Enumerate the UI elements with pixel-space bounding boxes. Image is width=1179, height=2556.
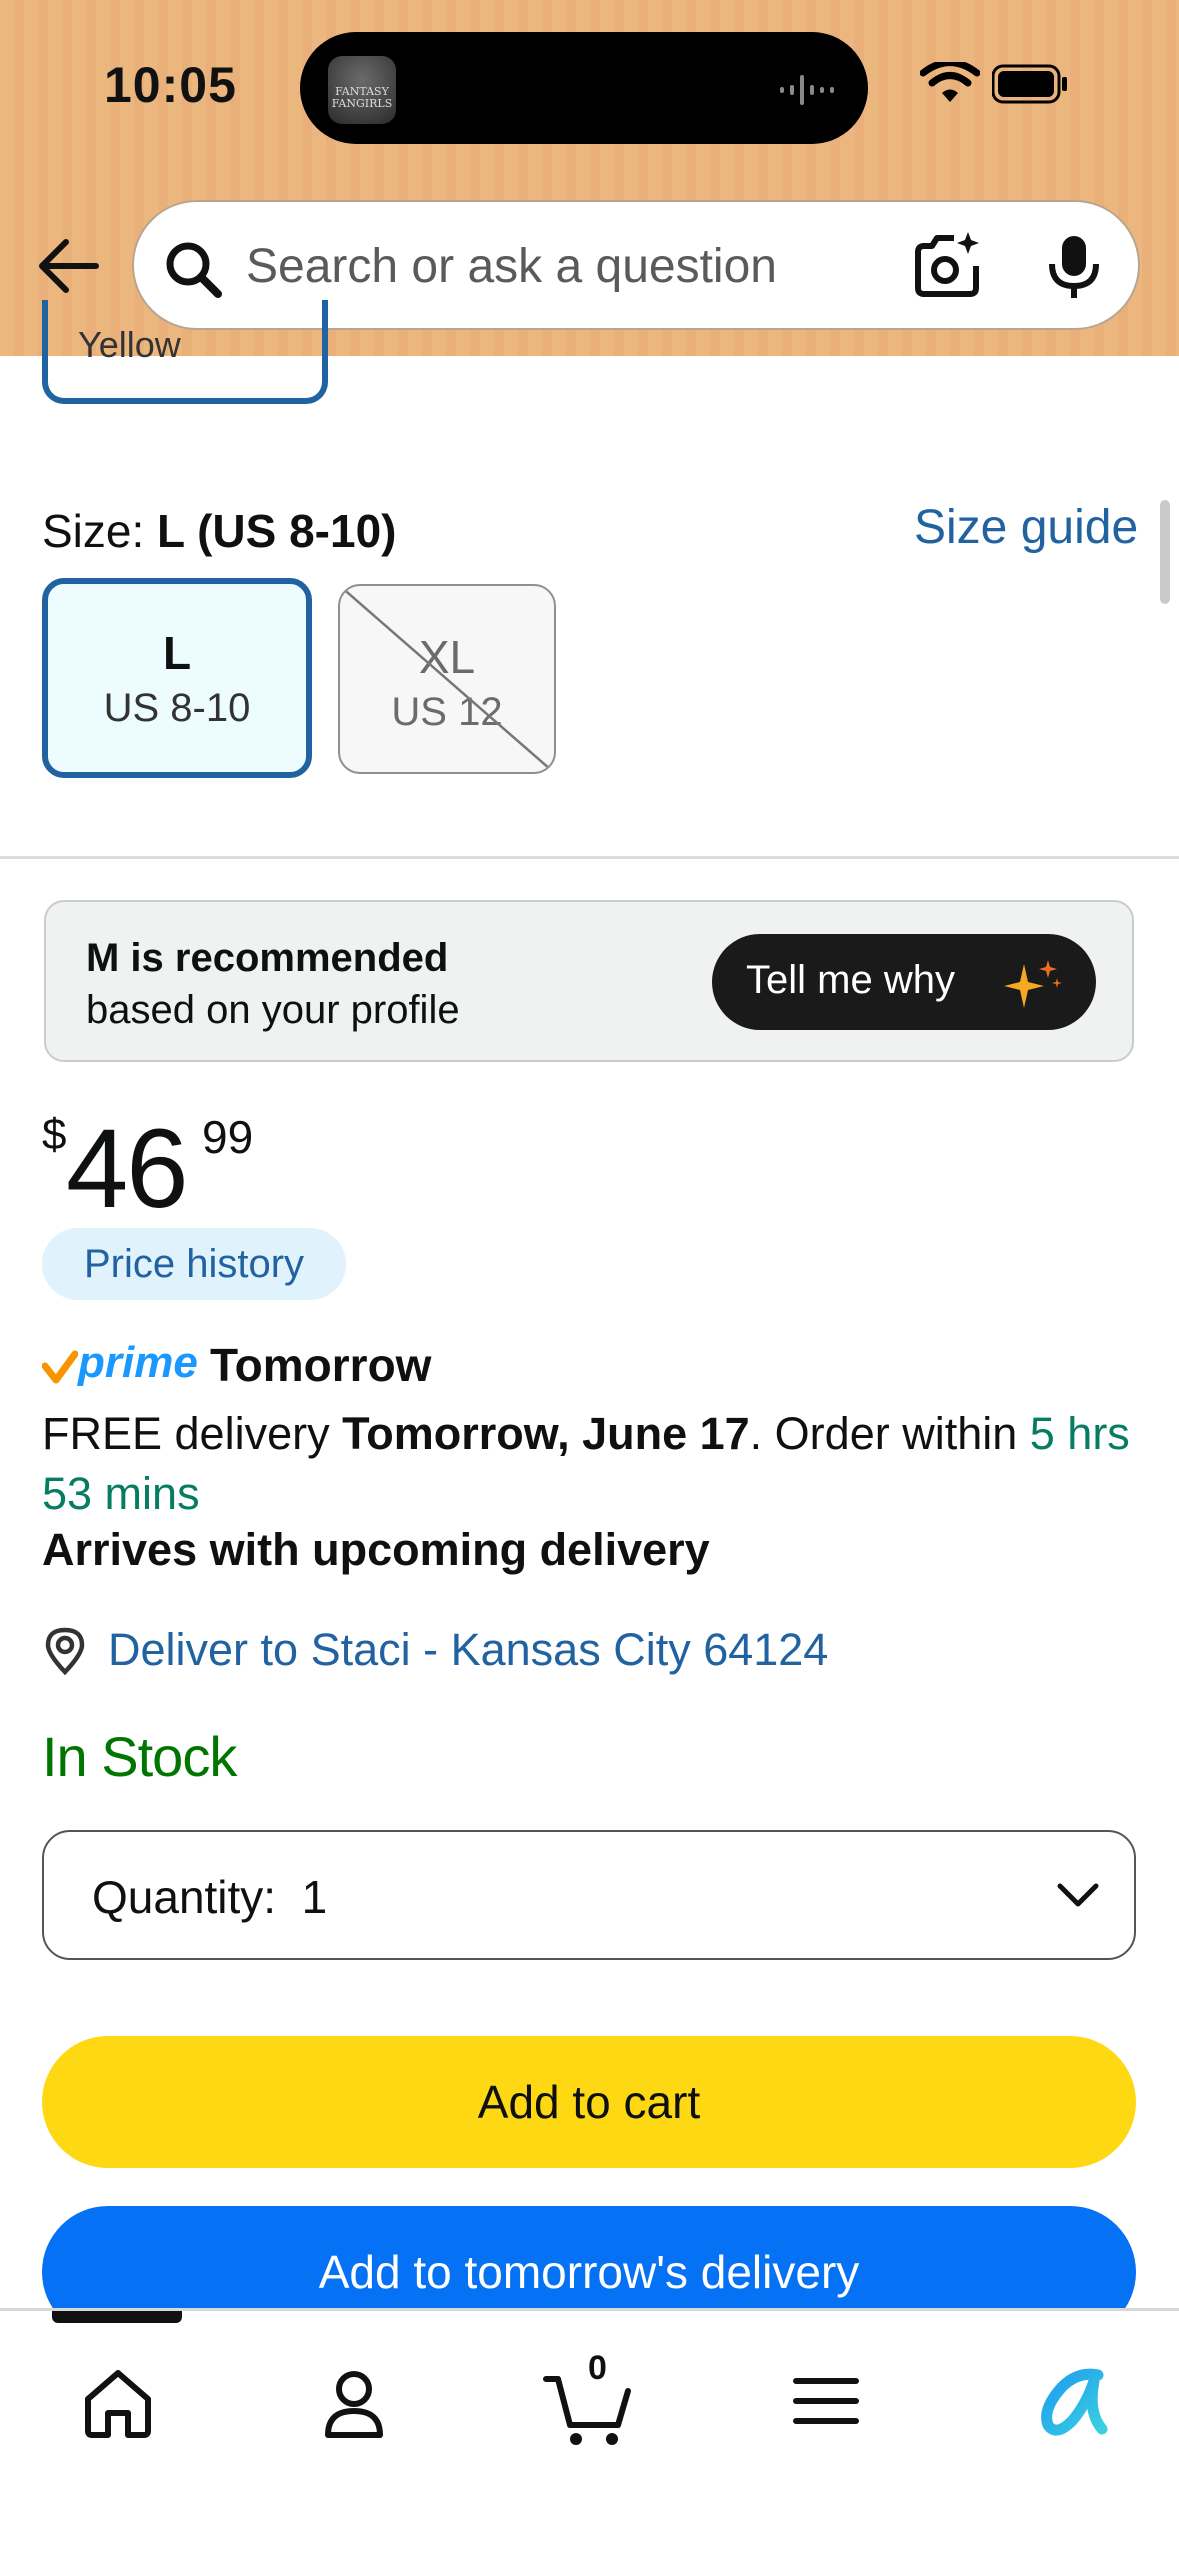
size-selected-value: L (US 8-10) bbox=[157, 505, 397, 557]
size-option-xl[interactable]: XL US 12 bbox=[338, 584, 556, 774]
active-tab-indicator bbox=[52, 2311, 182, 2323]
status-time: 10:05 bbox=[104, 57, 237, 113]
size-label: Size: L (US 8-10) bbox=[42, 504, 396, 558]
battery-icon bbox=[992, 64, 1067, 104]
dynamic-island: FANTASY FANGIRLS bbox=[300, 32, 868, 144]
scrollbar[interactable] bbox=[1160, 500, 1170, 604]
color-swatch-label: Yellow bbox=[78, 324, 181, 365]
quantity-label: Quantity: 1 bbox=[92, 1870, 327, 1924]
size-label-text: Size: bbox=[42, 505, 158, 557]
search-icon bbox=[166, 242, 222, 298]
color-swatch-previous[interactable]: Yellow bbox=[42, 300, 328, 404]
delivery-free-prefix: FREE delivery bbox=[42, 1408, 343, 1459]
unavailable-strike bbox=[340, 586, 554, 772]
chevron-down-icon bbox=[1057, 1883, 1099, 1907]
menu-icon bbox=[793, 2378, 859, 2424]
account-icon bbox=[325, 2371, 383, 2438]
tell-me-why-label: Tell me why bbox=[746, 958, 955, 1002]
search-input[interactable] bbox=[246, 224, 886, 308]
rufus-icon bbox=[1041, 2368, 1108, 2436]
size-guide-link[interactable]: Size guide bbox=[914, 500, 1138, 555]
prime-delivery-label: Tomorrow bbox=[210, 1339, 432, 1391]
recommendation-title: M is recommended bbox=[86, 936, 449, 980]
stock-status: In Stock bbox=[42, 1725, 237, 1788]
cart-count: 0 bbox=[588, 2349, 607, 2387]
audio-wave-icon bbox=[780, 75, 834, 105]
recommendation-subtitle: based on your profile bbox=[86, 988, 460, 1032]
quantity-value: 1 bbox=[301, 1871, 328, 1923]
nav-cart[interactable]: 0 bbox=[540, 2349, 640, 2451]
size-option-l[interactable]: L US 8-10 bbox=[42, 578, 312, 778]
nav-rufus[interactable] bbox=[1018, 2351, 1118, 2451]
add-to-cart-button[interactable]: Add to cart bbox=[42, 2036, 1136, 2168]
delivery-date: Tomorrow, June 17 bbox=[342, 1408, 750, 1459]
back-arrow-icon[interactable] bbox=[36, 236, 100, 296]
price-history-button[interactable]: Price history bbox=[42, 1228, 346, 1300]
price-whole: 46 bbox=[66, 1106, 189, 1231]
camera-icon[interactable] bbox=[912, 230, 982, 300]
delivery-message: FREE delivery Tomorrow, June 17. Order w… bbox=[42, 1404, 1152, 1524]
size-recommendation-card: M is recommended based on your profile T… bbox=[44, 900, 1134, 1062]
microphone-icon[interactable] bbox=[1044, 232, 1104, 302]
nav-account[interactable] bbox=[304, 2351, 404, 2451]
bottom-nav: 0 bbox=[0, 2308, 1179, 2556]
island-app-icon: FANTASY FANGIRLS bbox=[328, 56, 396, 124]
size-option-sub: US 8-10 bbox=[103, 686, 251, 730]
size-option-main: L bbox=[162, 627, 192, 679]
location-pin-icon bbox=[45, 1627, 85, 1676]
prime-logo-text: prime bbox=[78, 1338, 198, 1387]
prime-check-icon bbox=[42, 1350, 78, 1384]
wifi-icon bbox=[920, 62, 980, 102]
nav-home[interactable] bbox=[68, 2351, 168, 2451]
home-icon bbox=[85, 2370, 151, 2438]
deliver-to-text: Deliver to Staci - Kansas City 64124 bbox=[108, 1624, 829, 1675]
price-fraction: 99 bbox=[202, 1111, 254, 1163]
arrives-note: Arrives with upcoming delivery bbox=[42, 1524, 710, 1575]
order-within-prefix: . Order within bbox=[749, 1408, 1030, 1459]
sparkle-icon bbox=[1004, 960, 1062, 1008]
tell-me-why-button[interactable]: Tell me why bbox=[712, 934, 1096, 1030]
quantity-select[interactable]: Quantity: 1 bbox=[42, 1830, 1136, 1960]
section-divider bbox=[0, 856, 1179, 859]
price-currency: $ bbox=[42, 1110, 67, 1159]
quantity-label-text: Quantity: bbox=[92, 1871, 277, 1923]
nav-menu[interactable] bbox=[776, 2351, 876, 2451]
